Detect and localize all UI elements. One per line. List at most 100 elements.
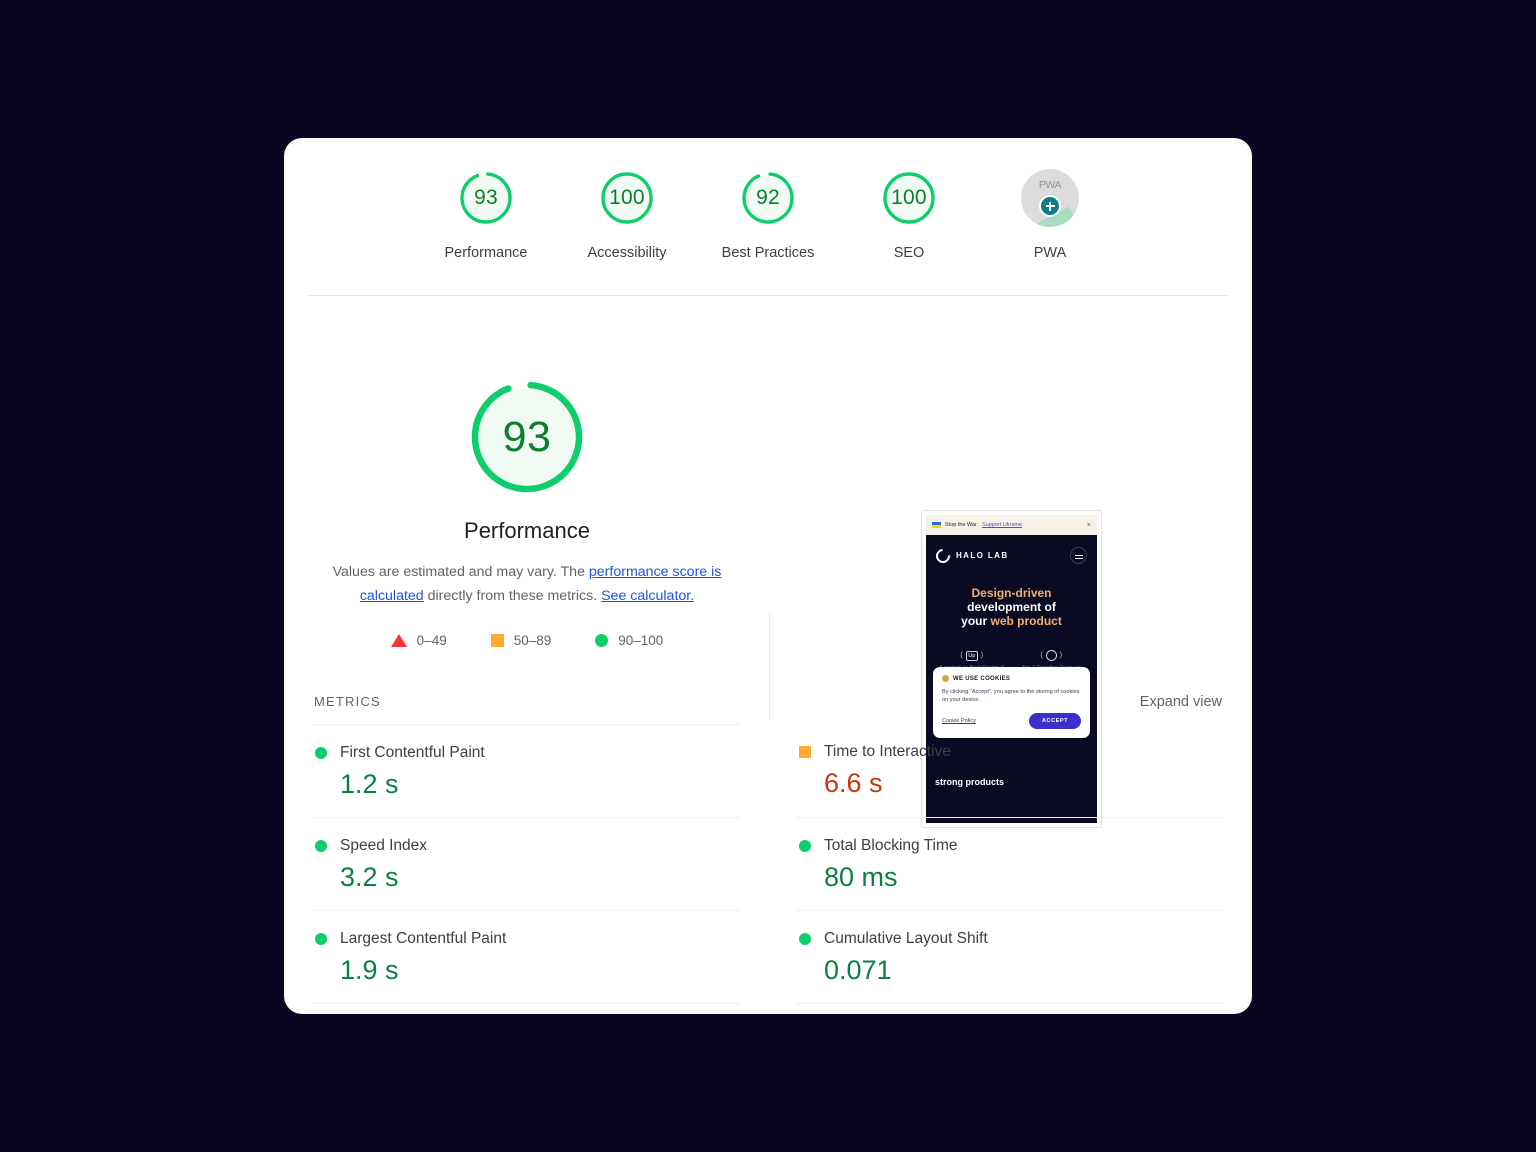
- metric-row[interactable]: Cumulative Layout Shift 0.071: [796, 911, 1224, 1004]
- headline-line-1: Design-driven: [971, 586, 1052, 600]
- metric-header: Cumulative Layout Shift: [799, 930, 1224, 948]
- metric-name: Speed Index: [340, 837, 428, 854]
- headline-line-2: development of: [967, 600, 1056, 614]
- category-score-strip: 93 Performance 100 Accessibility 92 Best…: [284, 138, 1252, 261]
- category-label: Best Practices: [721, 245, 815, 261]
- hamburger-menu-icon: [1070, 547, 1087, 564]
- award-chip: (Up): [960, 650, 984, 661]
- pass-circle-icon: [799, 933, 811, 945]
- legend-item-average: 50–89: [490, 633, 552, 648]
- metric-row[interactable]: Speed Index 3.2 s: [312, 818, 740, 911]
- ukraine-flag-icon: [932, 522, 941, 528]
- category-score-performance[interactable]: 93 Performance: [416, 169, 557, 261]
- square-icon: [490, 634, 504, 647]
- page-title: Performance: [464, 518, 590, 543]
- metric-name: First Contentful Paint: [340, 744, 485, 761]
- upwork-badge-icon: Up: [965, 650, 978, 661]
- legend-label: 50–89: [513, 633, 552, 648]
- cookie-icon: [942, 675, 949, 682]
- category-score-accessibility[interactable]: 100 Accessibility: [557, 169, 698, 261]
- category-score-best-practices[interactable]: 92 Best Practices: [698, 169, 839, 261]
- average-square-icon: [799, 746, 811, 758]
- description-middle: directly from these metrics.: [423, 588, 602, 604]
- metric-name: Cumulative Layout Shift: [824, 930, 988, 947]
- metrics-section: METRICS Expand view First Contentful Pai…: [284, 694, 1252, 1004]
- metric-name: Time to Interactive: [824, 743, 951, 760]
- cookie-banner-title: WE USE COOKIES: [942, 675, 1081, 682]
- hero-score-block: 93 Performance Values are estimated and …: [284, 296, 770, 648]
- pass-circle-icon: [315, 840, 327, 852]
- support-ukraine-link: Support Ukraine: [982, 522, 1022, 528]
- halo-lab-logo-icon: [933, 545, 953, 566]
- thumbnail-ukraine-banner: Stop the War. Support Ukraine ×: [926, 515, 1097, 535]
- category-score-seo[interactable]: 100 SEO: [839, 169, 980, 261]
- metric-value: 3.2 s: [340, 862, 399, 892]
- metric-value: 6.6 s: [824, 768, 883, 798]
- banner-text: Stop the War.: [945, 522, 979, 528]
- category-label: SEO: [893, 245, 925, 261]
- metric-value: 1.2 s: [340, 769, 399, 799]
- metric-name: Total Blocking Time: [824, 837, 958, 854]
- description-prefix: Values are estimated and may vary. The: [332, 564, 589, 580]
- pass-circle-icon: [799, 840, 811, 852]
- pass-circle-icon: [315, 933, 327, 945]
- score-gauge-best-practices: 92: [739, 169, 797, 227]
- metric-header: Total Blocking Time: [799, 837, 1224, 855]
- metric-header: First Contentful Paint: [315, 744, 740, 762]
- metric-value: 0.071: [824, 955, 892, 985]
- metric-value: 1.9 s: [340, 955, 399, 985]
- metrics-grid: First Contentful Paint 1.2 s Time to Int…: [312, 724, 1224, 1004]
- metric-row[interactable]: First Contentful Paint 1.2 s: [312, 724, 740, 818]
- dribbble-badge-icon: [1045, 650, 1057, 661]
- score-gauge-seo: 100: [880, 169, 938, 227]
- legend-label: 90–100: [618, 633, 664, 648]
- metric-name: Largest Contentful Paint: [340, 930, 507, 947]
- cookie-title-text: WE USE COOKIES: [953, 675, 1011, 682]
- metric-row[interactable]: Total Blocking Time 80 ms: [796, 818, 1224, 911]
- legend-label: 0–49: [416, 633, 447, 648]
- headline-line-3-a: your: [961, 614, 991, 628]
- see-calculator-link[interactable]: See calculator.: [601, 588, 694, 604]
- expand-view-button[interactable]: Expand view: [1140, 694, 1222, 710]
- metric-header: Largest Contentful Paint: [315, 930, 740, 948]
- metrics-header: METRICS Expand view: [312, 694, 1224, 724]
- thumbnail-awards-row: (Up) Awarded as Best Design & () Top-1 T…: [926, 628, 1097, 672]
- headline-line-3-b: web product: [990, 614, 1062, 628]
- score-description: Values are estimated and may vary. The p…: [331, 560, 723, 608]
- legend-item-fail: 0–49: [390, 633, 447, 648]
- score-value: 100: [609, 186, 645, 209]
- brand-name: HALO LAB: [956, 551, 1009, 560]
- metric-header: Speed Index: [315, 837, 740, 855]
- score-value: 93: [474, 186, 498, 209]
- triangle-icon: [390, 634, 407, 647]
- pass-circle-icon: [315, 747, 327, 759]
- close-icon: ×: [1086, 521, 1091, 529]
- pwa-badge-icon: PWA: [1021, 169, 1079, 227]
- performance-gauge-large: 93: [468, 378, 586, 496]
- metric-row[interactable]: Time to Interactive 6.6 s: [796, 724, 1224, 818]
- lighthouse-report-card: 93 Performance 100 Accessibility 92 Best…: [284, 138, 1252, 1014]
- metric-header: Time to Interactive: [799, 743, 1224, 761]
- category-score-pwa[interactable]: PWA PWA: [980, 169, 1121, 261]
- performance-hero: 93 Performance Values are estimated and …: [284, 296, 1252, 828]
- award-chip: (): [1040, 650, 1063, 661]
- score-value: 92: [756, 186, 780, 209]
- score-gauge-performance: 93: [457, 169, 515, 227]
- score-legend: 0–49 50–89 90–100: [390, 633, 663, 648]
- category-label: Accessibility: [587, 245, 667, 261]
- category-label: PWA: [1033, 245, 1067, 261]
- pwa-badge-text: PWA: [1038, 179, 1062, 191]
- category-label: Performance: [444, 245, 528, 261]
- screenshot-stage: 93 Performance 100 Accessibility 92 Best…: [0, 0, 1536, 1152]
- metrics-title: METRICS: [314, 694, 381, 709]
- pwa-plus-icon: [1039, 195, 1061, 217]
- performance-score-value: 93: [502, 412, 552, 461]
- legend-item-pass: 90–100: [595, 633, 663, 648]
- metric-row[interactable]: Largest Contentful Paint 1.9 s: [312, 911, 740, 1004]
- score-gauge-accessibility: 100: [598, 169, 656, 227]
- thumbnail-site-header: HALO LAB: [926, 535, 1097, 566]
- score-value: 100: [891, 186, 927, 209]
- circle-icon: [595, 634, 609, 647]
- thumbnail-headline: Design-driven development of your web pr…: [926, 564, 1097, 628]
- metric-value: 80 ms: [824, 862, 898, 892]
